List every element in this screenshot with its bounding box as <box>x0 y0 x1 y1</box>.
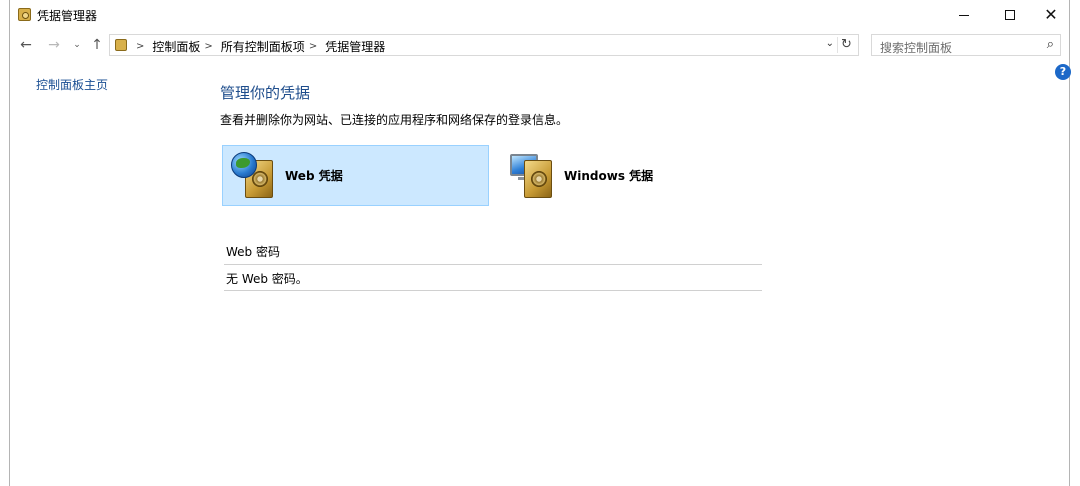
maximize-button[interactable] <box>987 0 1033 30</box>
credential-manager-icon <box>18 8 31 21</box>
breadcrumb-credential-manager[interactable]: 凭据管理器 <box>325 38 385 55</box>
arrow-right-icon: → <box>48 37 60 53</box>
search-icon[interactable]: ⌕ <box>1047 37 1054 52</box>
page-description: 查看并删除你为网站、已连接的应用程序和网络保存的登录信息。 <box>220 113 569 127</box>
close-icon: ✕ <box>1044 5 1058 24</box>
windows-credential-icon <box>508 150 560 202</box>
web-credential-icon <box>229 150 281 202</box>
arrow-left-icon: ← <box>20 37 32 53</box>
minimize-button[interactable] <box>941 0 987 30</box>
web-credentials-tile[interactable]: Web 凭据 <box>222 145 489 206</box>
up-button[interactable]: ↑ <box>88 36 106 54</box>
title-bar[interactable]: 凭据管理器 ✕ <box>10 0 1069 30</box>
forward-button[interactable]: → <box>45 36 63 54</box>
maximize-icon <box>1005 10 1015 20</box>
help-icon[interactable]: ? <box>1055 64 1071 80</box>
address-dropdown-icon[interactable]: ⌄ <box>826 38 834 49</box>
breadcrumb-separator-icon[interactable]: > <box>309 41 317 52</box>
globe-icon <box>231 151 257 178</box>
search-input[interactable]: 搜索控制面板 ⌕ <box>871 34 1061 56</box>
recent-locations-button[interactable]: ⌄ <box>68 36 86 54</box>
window-title: 凭据管理器 <box>37 9 98 23</box>
back-button[interactable]: ← <box>17 36 35 54</box>
chevron-down-icon: ⌄ <box>73 40 81 50</box>
windows-credentials-tile[interactable]: Windows 凭据 <box>502 145 769 206</box>
empty-message: 无 Web 密码。 <box>226 272 308 286</box>
address-bar[interactable]: > 控制面板 > 所有控制面板项 > 凭据管理器 ⌄ ↻ <box>109 34 859 56</box>
background-window-left-edge <box>0 0 9 486</box>
windows-credentials-label: Windows 凭据 <box>564 169 654 183</box>
breadcrumb-separator-icon[interactable]: > <box>204 41 212 52</box>
control-panel-home-link[interactable]: 控制面板主页 <box>36 76 108 93</box>
breadcrumb-separator-icon[interactable]: > <box>136 41 144 52</box>
close-button[interactable]: ✕ <box>1028 0 1074 30</box>
control-panel-icon <box>115 39 127 51</box>
web-credentials-label: Web 凭据 <box>285 169 343 183</box>
web-passwords-heading: Web 密码 <box>226 245 280 259</box>
background-window-right-edge <box>1070 0 1080 486</box>
divider <box>224 264 762 265</box>
minimize-icon <box>959 14 969 16</box>
credential-manager-window: 凭据管理器 ✕ ← → ⌄ ↑ > 控制面板 > 所有控制面板项 > 凭据管理器… <box>9 0 1071 486</box>
page-title: 管理你的凭据 <box>220 84 311 102</box>
breadcrumb-control-panel[interactable]: 控制面板 <box>152 38 200 55</box>
breadcrumb: > 控制面板 > 所有控制面板项 > 凭据管理器 <box>132 38 385 55</box>
search-placeholder: 搜索控制面板 <box>880 41 953 55</box>
breadcrumb-all-items[interactable]: 所有控制面板项 <box>221 38 305 55</box>
vault-icon <box>524 159 552 198</box>
divider <box>224 290 762 291</box>
arrow-up-icon: ↑ <box>91 37 103 53</box>
navigation-bar: ← → ⌄ ↑ > 控制面板 > 所有控制面板项 > 凭据管理器 ⌄ ↻ 搜索控… <box>10 30 1069 60</box>
refresh-icon[interactable]: ↻ <box>837 37 855 53</box>
